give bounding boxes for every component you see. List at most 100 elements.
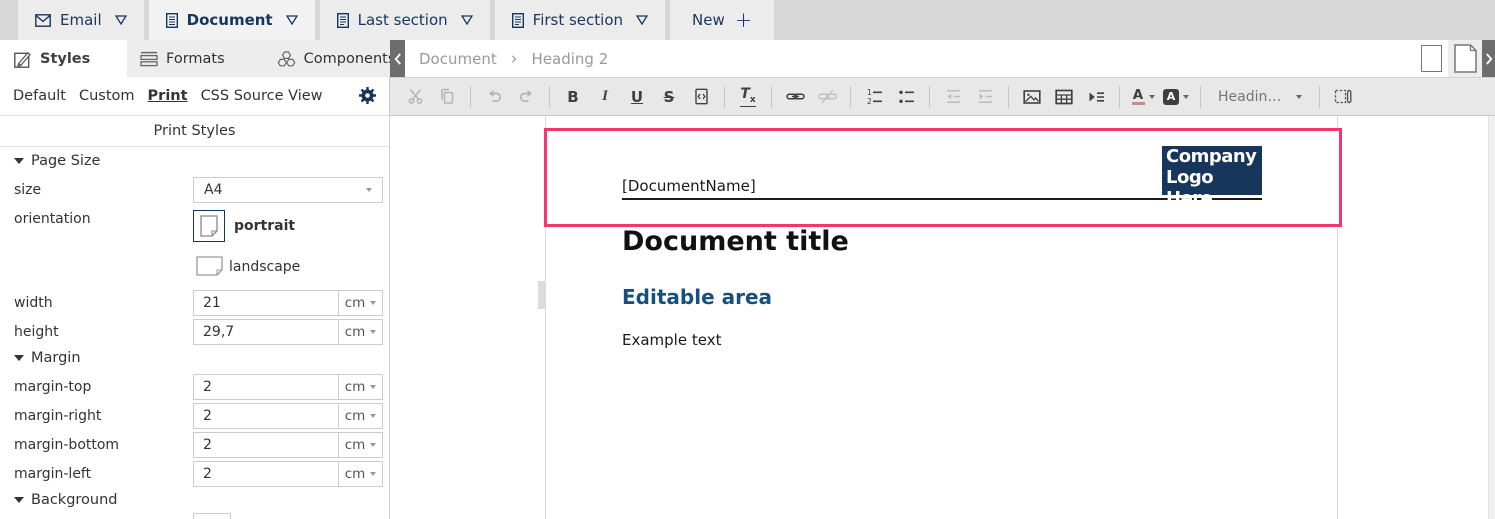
tab-first-section[interactable]: First section <box>495 0 665 40</box>
full-view-button[interactable] <box>1414 40 1448 77</box>
envelope-icon <box>35 14 51 27</box>
chevron-down-icon <box>370 472 376 476</box>
margin-bottom-unit-select[interactable]: cm <box>338 433 382 457</box>
margin-left-label: margin-left <box>14 466 91 482</box>
style-tab-print[interactable]: Print <box>148 88 188 104</box>
section-label: Margin <box>31 350 81 366</box>
tab-label: Last section <box>358 11 448 29</box>
insert-image-button[interactable] <box>1020 84 1044 110</box>
style-tab-css-source-view[interactable]: CSS Source View <box>201 88 323 104</box>
undo-button[interactable] <box>482 84 506 110</box>
toolbar-separator <box>771 86 772 108</box>
collapse-triangle-icon <box>14 497 24 503</box>
height-unit-select[interactable]: cm <box>338 320 382 344</box>
remove-format-button[interactable]: Tx <box>736 84 760 110</box>
vertical-scrollbar[interactable] <box>1488 116 1495 519</box>
landscape-page-icon <box>196 256 223 276</box>
paragraph-format-dropdown[interactable]: Headin… <box>1212 84 1308 110</box>
margin-right-unit-select[interactable]: cm <box>338 404 382 428</box>
increase-indent-button[interactable] <box>973 84 997 110</box>
chevron-down-icon[interactable] <box>115 15 127 25</box>
tab-last-section[interactable]: Last section <box>320 0 490 40</box>
tab-document[interactable]: Document <box>149 0 315 40</box>
chevron-right-icon <box>1485 53 1493 65</box>
portrait-page-icon <box>200 215 218 237</box>
bold-button[interactable]: B <box>561 84 585 110</box>
page-drag-handle[interactable] <box>538 281 546 309</box>
strikethrough-button[interactable]: S <box>657 84 681 110</box>
portrait-option[interactable] <box>193 210 225 242</box>
document-name-placeholder[interactable]: [DocumentName] <box>622 177 756 195</box>
source-snippet-button[interactable] <box>689 84 713 110</box>
numbered-list-button[interactable]: 12 <box>862 84 886 110</box>
text-color-button[interactable]: A <box>1131 84 1155 110</box>
link-button[interactable] <box>783 84 807 110</box>
editable-area-heading[interactable]: Editable area <box>622 285 772 309</box>
section-background[interactable]: Background <box>14 492 118 508</box>
width-field: cm <box>193 290 383 316</box>
margin-bottom-input[interactable] <box>194 433 338 457</box>
chevron-down-icon[interactable] <box>286 15 298 25</box>
breadcrumb-item-document[interactable]: Document <box>419 50 497 68</box>
landscape-label[interactable]: landscape <box>229 259 300 275</box>
breadcrumb-item-heading2[interactable]: Heading 2 <box>532 50 609 68</box>
breadcrumb-separator: › <box>511 49 518 69</box>
background-color-button[interactable]: A <box>1163 84 1189 110</box>
chevron-down-icon <box>1296 95 1302 99</box>
redo-button[interactable] <box>514 84 538 110</box>
margin-left-unit-select[interactable]: cm <box>338 462 382 486</box>
toolbar-separator <box>850 86 851 108</box>
margin-top-unit-select[interactable]: cm <box>338 375 382 399</box>
settings-button[interactable] <box>358 86 377 109</box>
section-page-size[interactable]: Page Size <box>14 153 100 169</box>
page-view-button[interactable] <box>1448 40 1482 77</box>
cut-button[interactable] <box>403 84 427 110</box>
insert-section-button[interactable] <box>1084 84 1108 110</box>
tab-label: Email <box>60 11 102 29</box>
bulleted-list-button[interactable] <box>894 84 918 110</box>
new-tab-button[interactable]: New + <box>670 0 774 40</box>
width-unit-select[interactable]: cm <box>338 291 382 315</box>
svg-text:2: 2 <box>867 97 872 105</box>
background-color-field[interactable] <box>193 513 231 519</box>
collapse-right-button[interactable] <box>1482 40 1495 77</box>
company-logo[interactable]: Company Logo Here <box>1162 146 1262 195</box>
italic-button[interactable]: I <box>593 84 617 110</box>
portrait-label[interactable]: portrait <box>234 218 295 234</box>
bold-icon: B <box>567 88 578 106</box>
width-input[interactable] <box>194 291 338 315</box>
example-text[interactable]: Example text <box>622 331 721 349</box>
copy-button[interactable] <box>435 84 459 110</box>
underline-button[interactable]: U <box>625 84 649 110</box>
second-row: Styles Formats Components Document › <box>0 40 1495 77</box>
chevron-down-icon[interactable] <box>636 15 648 25</box>
insert-table-button[interactable] <box>1052 84 1076 110</box>
margin-top-input[interactable] <box>194 375 338 399</box>
document-canvas[interactable]: [DocumentName] Company Logo Here Documen… <box>390 116 1495 519</box>
size-select[interactable]: A4 <box>193 177 383 203</box>
page-break-icon <box>1088 89 1105 105</box>
logo-line-1: Company <box>1162 146 1262 167</box>
tab-formats[interactable]: Formats <box>140 51 225 67</box>
height-input[interactable] <box>194 320 338 344</box>
unlink-button[interactable] <box>815 84 839 110</box>
tab-styles[interactable]: Styles <box>0 40 127 77</box>
document-title[interactable]: Document title <box>622 226 849 257</box>
tab-email[interactable]: Email <box>18 0 144 40</box>
decrease-indent-button[interactable] <box>941 84 965 110</box>
components-icon <box>277 50 296 68</box>
show-blocks-button[interactable] <box>1331 84 1355 110</box>
redo-icon <box>518 89 535 104</box>
chevron-down-icon <box>370 330 376 334</box>
breadcrumb-bar: Document › Heading 2 <box>390 40 1495 77</box>
chevron-down-icon[interactable] <box>461 15 473 25</box>
collapse-left-button[interactable] <box>390 40 405 77</box>
tab-components[interactable]: Components <box>277 50 396 68</box>
style-tab-custom[interactable]: Custom <box>79 88 135 104</box>
section-margin[interactable]: Margin <box>14 350 81 366</box>
style-tab-default[interactable]: Default <box>13 88 66 104</box>
margin-right-input[interactable] <box>194 404 338 428</box>
margin-left-input[interactable] <box>194 462 338 486</box>
pencil-icon <box>14 50 32 68</box>
landscape-option[interactable] <box>196 256 223 280</box>
